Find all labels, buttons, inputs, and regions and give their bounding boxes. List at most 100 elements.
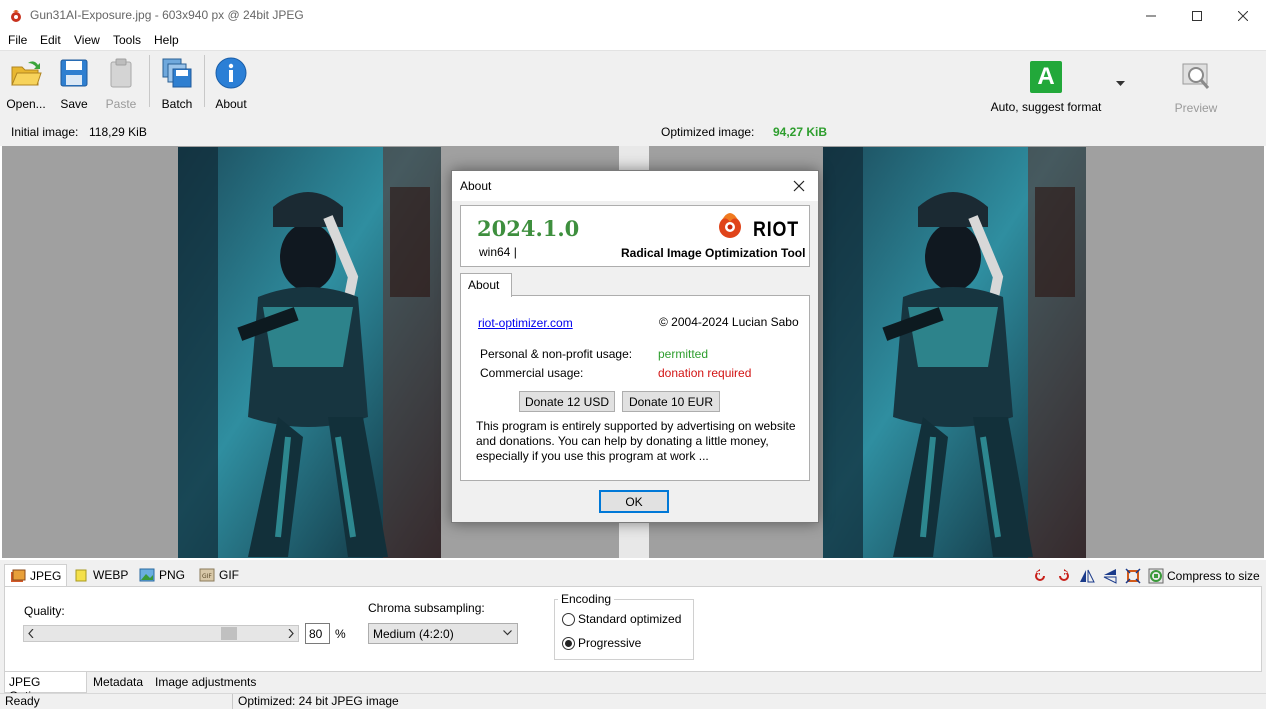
menu-tools[interactable]: Tools: [113, 33, 141, 47]
tab-metadata[interactable]: Metadata: [89, 672, 147, 693]
dialog-header: 2024.1.0 win64 | RIOT Radical Image Opti…: [460, 205, 810, 267]
about-dialog: About 2024.1.0 win64 | RIOT Radical Imag…: [451, 170, 819, 523]
dialog-body: riot-optimizer.com © 2004-2024 Lucian Sa…: [460, 295, 810, 481]
quality-label: Quality:: [24, 604, 65, 618]
compress-icon: [1148, 568, 1164, 584]
tab-png-label: PNG: [159, 568, 186, 582]
preview-button[interactable]: Preview: [1170, 55, 1222, 115]
version-number: 2024.1.0: [477, 216, 580, 241]
batch-label: Batch: [161, 97, 193, 111]
menu-view[interactable]: View: [74, 33, 100, 47]
tab-gif-label: GIF: [219, 568, 239, 582]
close-icon: [1238, 10, 1248, 21]
gif-icon: GIF: [199, 568, 215, 582]
commercial-usage-value: donation required: [658, 366, 752, 380]
radio-progressive[interactable]: Progressive: [562, 636, 641, 650]
compress-to-size-button[interactable]: Compress to size: [1148, 568, 1260, 584]
initial-image-label: Initial image:: [11, 125, 79, 139]
save-disk-icon: [60, 59, 88, 87]
quality-unit: %: [335, 627, 346, 641]
open-button[interactable]: Open...: [4, 55, 48, 113]
tab-webp[interactable]: WEBP: [68, 564, 133, 586]
toolbar-separator: [149, 55, 150, 107]
website-link[interactable]: riot-optimizer.com: [478, 316, 573, 330]
soldier-image: [178, 147, 441, 558]
flip-horizontal-icon[interactable]: [1079, 568, 1095, 584]
chevron-down-icon: [503, 630, 512, 636]
slider-thumb[interactable]: [221, 627, 237, 640]
chevron-down-icon[interactable]: [1116, 81, 1125, 86]
quality-slider[interactable]: [23, 625, 299, 642]
optimized-image-label: Optimized image:: [661, 125, 755, 139]
initial-image-preview[interactable]: [178, 147, 441, 558]
chroma-select[interactable]: Medium (4:2:0): [368, 623, 518, 644]
flip-vertical-icon[interactable]: [1102, 568, 1118, 584]
radio-progressive-label: Progressive: [578, 636, 642, 650]
riot-app-icon: [11, 10, 21, 22]
dialog-title-bar: About: [452, 171, 818, 201]
chevron-right-icon[interactable]: [288, 629, 294, 638]
radio-standard-optimized[interactable]: Standard optimized: [562, 612, 681, 626]
info-icon: [215, 57, 247, 89]
donate-eur-button[interactable]: Donate 10 EUR: [622, 391, 720, 412]
auto-format-badge: A: [1030, 61, 1062, 93]
resize-icon[interactable]: [1125, 568, 1141, 584]
description-line: and donations. You can help by donating …: [476, 434, 769, 448]
tab-webp-label: WEBP: [93, 568, 129, 582]
donate-usd-button[interactable]: Donate 12 USD: [519, 391, 615, 412]
tab-png[interactable]: PNG: [134, 564, 190, 586]
chroma-label: Chroma subsampling:: [368, 601, 485, 615]
close-button[interactable]: [1220, 0, 1266, 31]
format-label: Auto, suggest format: [990, 100, 1102, 114]
paste-button[interactable]: Paste: [103, 55, 139, 113]
tab-image-adjustments[interactable]: Image adjustments: [151, 672, 260, 693]
copyright-text: © 2004-2024 Lucian Sabo: [659, 315, 799, 329]
batch-button[interactable]: Batch: [157, 55, 197, 113]
jpeg-icon: [11, 569, 26, 582]
menu-file[interactable]: File: [8, 33, 27, 47]
status-optimized: Optimized: 24 bit JPEG image: [238, 694, 399, 708]
compress-to-size-label: Compress to size: [1167, 569, 1260, 583]
tab-jpeg[interactable]: JPEG: [4, 564, 68, 586]
chevron-left-icon[interactable]: [28, 629, 34, 638]
product-name: Radical Image Optimization Tool: [621, 246, 806, 260]
tab-jpeg-options[interactable]: JPEG Options: [4, 672, 87, 703]
ok-button[interactable]: OK: [599, 490, 669, 513]
rotate-left-icon[interactable]: [1033, 568, 1049, 584]
riot-logo-icon: [719, 213, 741, 238]
jpeg-options-box: Quality: 80 % Chroma subsampling: Medium…: [4, 586, 1262, 672]
format-selector[interactable]: A Auto, suggest format: [976, 55, 1116, 114]
preview-label: Preview: [1174, 101, 1218, 115]
webp-icon: [75, 569, 87, 582]
tab-jpeg-label: JPEG: [30, 568, 62, 583]
maximize-button[interactable]: [1174, 0, 1220, 31]
minimize-button[interactable]: [1128, 0, 1174, 31]
paste-clipboard-icon: [110, 58, 132, 88]
toolbar: Open... Save Paste Batch About A Auto, s…: [0, 50, 1266, 118]
open-folder-icon: [11, 61, 42, 86]
encoding-group: [554, 599, 694, 660]
paste-label: Paste: [105, 97, 137, 111]
close-icon[interactable]: [790, 177, 808, 195]
info-bar: Initial image: 118,29 KiB Optimized imag…: [0, 118, 1266, 146]
batch-icon: [162, 58, 192, 88]
quality-input[interactable]: 80: [305, 623, 330, 644]
optimized-image-preview[interactable]: [823, 147, 1086, 558]
description-line: This program is entirely supported by ad…: [476, 419, 796, 433]
menu-help[interactable]: Help: [154, 33, 179, 47]
riot-logo-text: RIOT: [753, 218, 800, 241]
menu-edit[interactable]: Edit: [40, 33, 61, 47]
radio-standard-label: Standard optimized: [578, 612, 682, 626]
dialog-tab-about[interactable]: About: [460, 273, 512, 297]
chroma-selected-value: Medium (4:2:0): [373, 627, 454, 641]
status-text: Ready: [5, 694, 40, 708]
tab-gif[interactable]: GIF GIF: [194, 564, 244, 586]
window-title: Gun31AI-Exposure.jpg - 603x940 px @ 24bi…: [30, 8, 304, 22]
save-button[interactable]: Save: [56, 55, 92, 113]
minimize-icon: [1146, 15, 1156, 16]
rotate-right-icon[interactable]: [1055, 568, 1071, 584]
initial-image-size: 118,29 KiB: [89, 125, 147, 139]
personal-usage-value: permitted: [658, 347, 709, 361]
about-button[interactable]: About: [211, 55, 251, 113]
radio-circle-checked: [562, 636, 575, 650]
